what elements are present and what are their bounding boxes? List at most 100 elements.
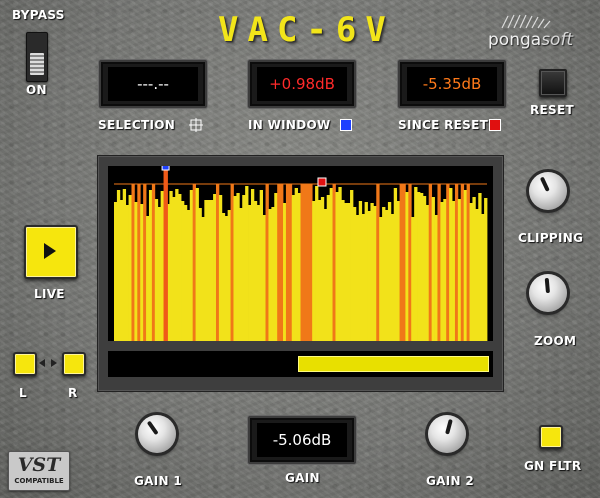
peak-bar [460, 184, 465, 341]
crosshair-icon[interactable] [189, 118, 203, 132]
peak-bar [128, 195, 132, 341]
peak-bar [355, 215, 360, 341]
right-channel-button[interactable] [62, 352, 86, 376]
peak-bar [265, 184, 269, 341]
peak-bar [452, 201, 456, 341]
peak-bar [411, 217, 415, 341]
level-meter-fill [298, 356, 489, 372]
peak-bar [178, 194, 182, 341]
vst-compatible-text: COMPATIBLE [14, 477, 64, 485]
peak-bar [195, 188, 199, 341]
peak-bar [364, 202, 368, 341]
peak-bar [248, 205, 252, 341]
meter-display [97, 155, 504, 392]
peak-bar [256, 205, 261, 341]
peak-bar [169, 191, 173, 341]
right-channel-label: R [68, 386, 78, 400]
reset-label: RESET [530, 103, 574, 117]
peak-bar [335, 192, 339, 341]
peak-bar [116, 190, 121, 341]
peak-bar [338, 187, 342, 341]
peak-bar [385, 210, 389, 341]
in-window-value: +0.98dB [257, 67, 347, 101]
in-window-marker [340, 119, 352, 131]
peak-bar [350, 190, 354, 341]
play-icon [44, 243, 56, 259]
brand-logo: pongasoft [488, 14, 588, 50]
peak-bar [443, 199, 447, 341]
peak-bar [125, 205, 129, 341]
zoom-knob[interactable] [529, 274, 567, 312]
gain-display: -5.06dB [248, 416, 356, 464]
peak-bar [221, 213, 226, 341]
peak-bar [457, 199, 462, 341]
peak-bar [431, 197, 435, 341]
peak-bar [204, 200, 208, 341]
peak-bar [233, 196, 237, 341]
peak-bar [201, 217, 205, 341]
left-channel-button[interactable] [13, 352, 37, 376]
since-reset-peak-marker [317, 177, 327, 187]
peak-bar [285, 184, 290, 341]
peak-bar [454, 184, 459, 341]
bypass-state-label: ON [26, 83, 47, 97]
gain1-label: GAIN 1 [134, 474, 182, 488]
brand-name: pongasoft [488, 30, 574, 50]
peak-bar [210, 200, 214, 341]
peak-bar [396, 201, 400, 341]
gain2-label: GAIN 2 [426, 474, 474, 488]
peak-bar [428, 184, 433, 341]
peak-bar [122, 189, 127, 341]
peak-bar [417, 192, 421, 341]
peak-bar [309, 184, 313, 341]
plugin-title: VAC-6V [218, 10, 395, 50]
peak-bar [484, 198, 488, 341]
bypass-switch[interactable] [26, 32, 48, 82]
peak-bar [236, 193, 240, 341]
peak-bar [466, 184, 470, 341]
peak-bar [306, 184, 310, 341]
gain1-knob[interactable] [138, 415, 176, 453]
peak-bar [419, 193, 424, 341]
since-reset-marker [489, 119, 501, 131]
peak-bar [239, 208, 243, 341]
peak-bar [119, 200, 124, 341]
live-button[interactable] [24, 225, 78, 279]
peak-bar [326, 195, 331, 341]
peak-bar [367, 211, 371, 341]
peak-bar [414, 187, 418, 341]
peak-bar [315, 186, 319, 341]
peak-bar [469, 203, 473, 341]
peak-bar [288, 184, 293, 341]
gain-filter-button[interactable] [539, 425, 563, 449]
peak-bar [172, 197, 176, 341]
reset-button[interactable] [539, 69, 567, 97]
peak-bar [262, 215, 266, 341]
peak-bar [183, 205, 188, 341]
peak-bar [303, 184, 307, 341]
feather-icon [501, 14, 551, 29]
peak-bar [157, 207, 162, 341]
peak-bar [294, 188, 298, 341]
peak-bar [213, 194, 217, 341]
zoom-label: ZOOM [534, 334, 577, 348]
peak-history-graph[interactable] [108, 166, 493, 341]
peak-bar [425, 205, 430, 341]
gain2-knob[interactable] [428, 415, 466, 453]
peak-bar [347, 203, 351, 341]
peak-bar [440, 202, 444, 341]
peak-bar [148, 190, 153, 341]
peak-bar [370, 203, 374, 341]
peak-bar [146, 216, 150, 341]
peak-bar [402, 184, 406, 341]
vst-compatible-badge: VST COMPATIBLE [8, 451, 70, 491]
clipping-knob[interactable] [529, 172, 567, 210]
peak-bar [151, 184, 156, 341]
peak-bar [283, 203, 287, 341]
peak-bar [271, 207, 275, 341]
peak-bar [312, 201, 316, 341]
since-reset-display: -5.35dB [398, 60, 506, 108]
peak-bar [250, 189, 255, 341]
clipping-label: CLIPPING [518, 231, 584, 245]
peak-bar [242, 195, 246, 341]
